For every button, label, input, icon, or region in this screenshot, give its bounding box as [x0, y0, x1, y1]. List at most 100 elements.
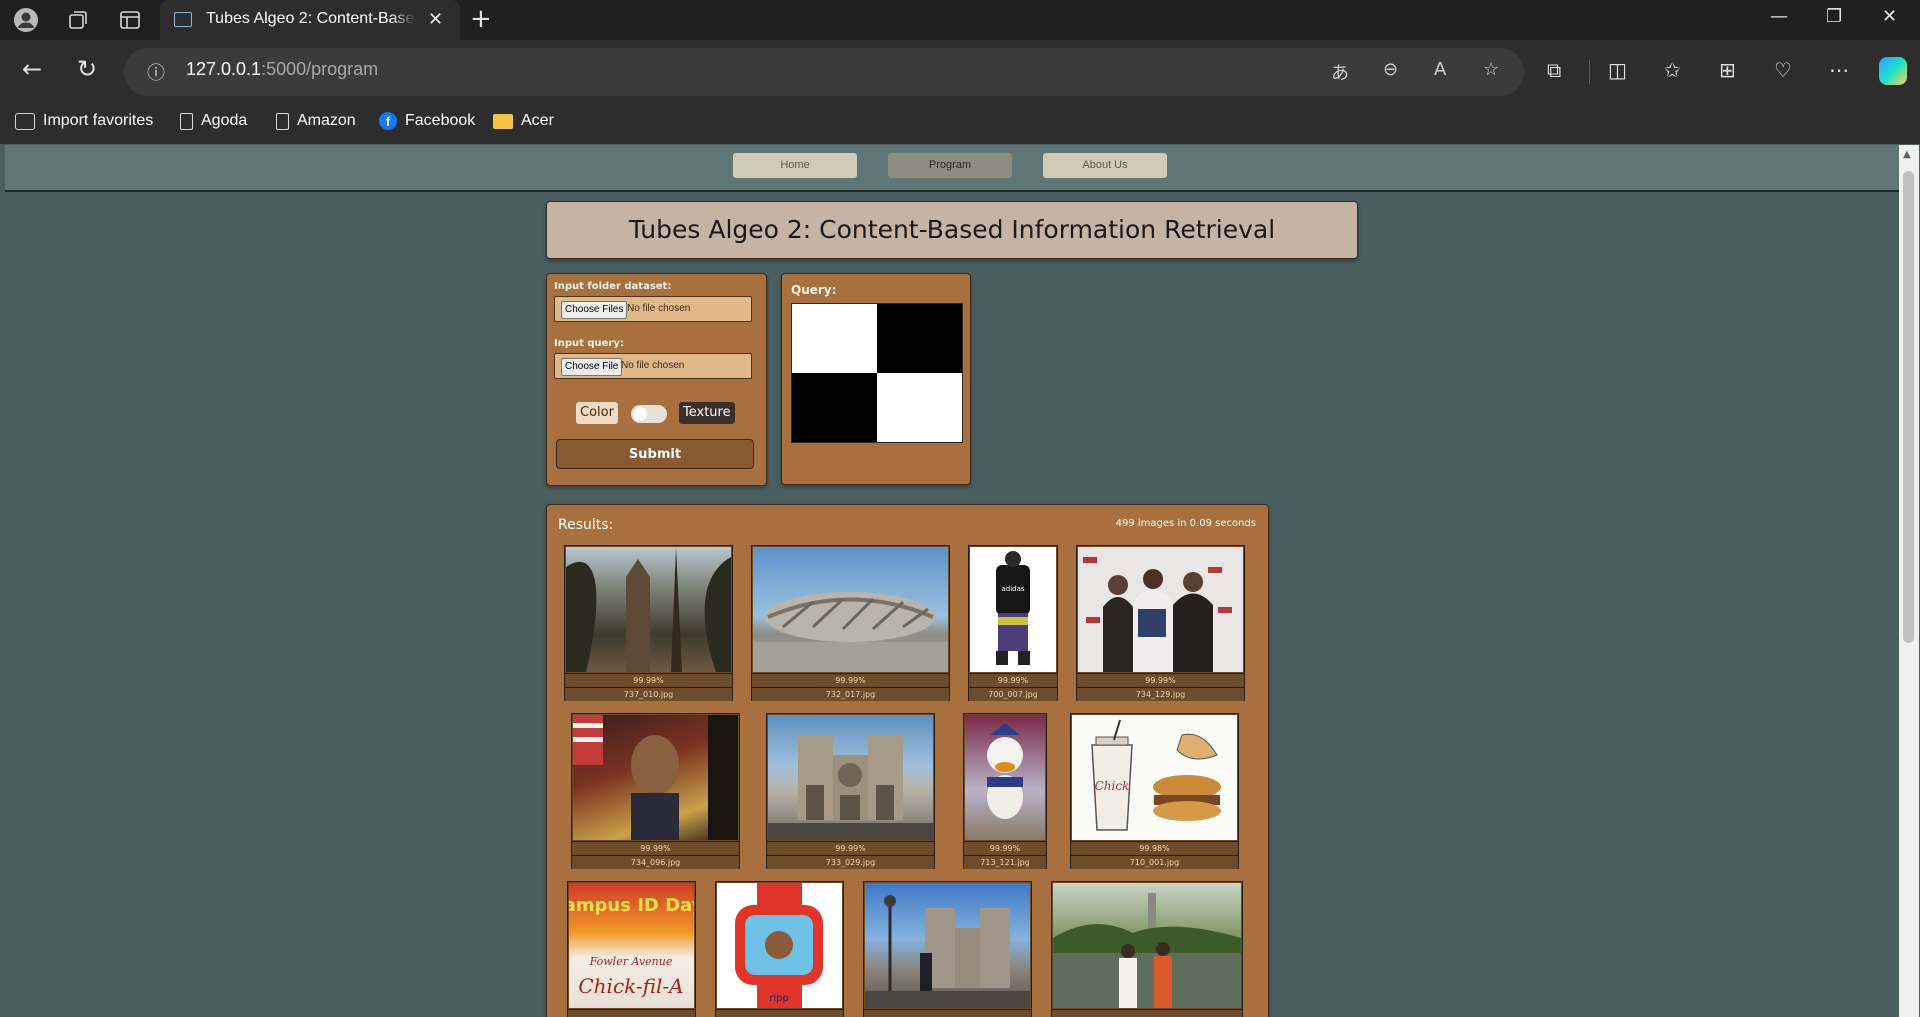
extensions-icon[interactable]: ⧉	[1547, 58, 1561, 82]
url-path: :5000/program	[261, 59, 379, 79]
dataset-label: Input folder dataset:	[554, 281, 672, 292]
nav-program[interactable]: Program	[888, 153, 1012, 178]
result-similarity: 99.99%	[767, 841, 934, 855]
page-icon	[276, 112, 289, 130]
result-image	[965, 715, 1045, 840]
fav-label: Import favorites	[43, 112, 154, 129]
result-image	[768, 715, 933, 840]
svg-text:Fowler Avenue: Fowler Avenue	[589, 955, 673, 968]
result-card[interactable]: ripp	[715, 881, 844, 1017]
result-similarity	[864, 1009, 1031, 1017]
refresh-icon[interactable]: ↻	[77, 55, 97, 83]
result-similarity: 99.99%	[752, 673, 949, 687]
result-filename: 734_096.jpg	[572, 855, 739, 869]
result-similarity	[716, 1009, 843, 1017]
terminal-icon	[174, 12, 192, 27]
site-info-icon[interactable]: ⓘ	[147, 59, 165, 85]
result-card[interactable]: 99.99% 713_121.jpg	[963, 713, 1047, 869]
result-similarity: 99.99%	[964, 841, 1046, 855]
folder-icon	[493, 113, 513, 129]
query-file-status: No file chosen	[621, 360, 685, 371]
fav-facebook[interactable]: f Facebook	[379, 112, 475, 130]
query-file-input[interactable]: Choose File No file chosen	[554, 353, 752, 379]
fav-amazon[interactable]: Amazon	[276, 112, 356, 130]
browser-titlebar: Tubes Algeo 2: Content-Based Information…	[0, 0, 1920, 40]
nav-about-us[interactable]: About Us	[1043, 153, 1167, 178]
result-similarity: 99.99%	[969, 673, 1057, 687]
result-card[interactable]: 99.99% 734_096.jpg	[571, 713, 740, 869]
result-image	[1053, 883, 1241, 1008]
translate-icon[interactable]: あ	[1331, 59, 1349, 85]
fav-import[interactable]: Import favorites	[15, 112, 153, 130]
result-similarity	[1052, 1009, 1242, 1017]
result-image	[573, 715, 738, 840]
result-card[interactable]: adidas 99.99% 700_007.jpg	[968, 545, 1058, 701]
fav-label: Facebook	[405, 112, 476, 129]
import-icon	[15, 112, 35, 130]
scroll-up-icon[interactable]: ▲	[1903, 149, 1911, 160]
query-input-label: Input query:	[554, 338, 624, 349]
result-card[interactable]	[863, 881, 1032, 1017]
query-quadrant	[792, 373, 877, 442]
nav-home[interactable]: Home	[733, 153, 857, 178]
profile-icon[interactable]	[14, 8, 38, 32]
split-screen-icon[interactable]: ◫	[1608, 58, 1627, 82]
read-aloud-icon[interactable]: A	[1434, 59, 1446, 80]
browser-essentials-icon[interactable]: ♡	[1774, 58, 1792, 82]
favorites-icon[interactable]: ✩	[1664, 58, 1681, 82]
svg-text:Chick: Chick	[1095, 779, 1130, 793]
svg-text:adidas: adidas	[1001, 585, 1024, 593]
fav-acer[interactable]: Acer	[493, 112, 554, 130]
dataset-file-input[interactable]: Choose Files No file chosen	[554, 296, 752, 322]
result-image: Campus ID Day! Fowler Avenue Chick-fil-A	[569, 883, 694, 1008]
collections-icon[interactable]: ⊞	[1719, 58, 1736, 82]
zoom-out-icon[interactable]: ⊖	[1383, 59, 1398, 80]
workspaces-icon[interactable]	[66, 8, 90, 32]
fav-label: Agoda	[201, 112, 248, 129]
query-image	[791, 303, 963, 443]
result-similarity: 99.99%	[565, 673, 732, 687]
back-icon[interactable]: ←	[22, 55, 42, 83]
svg-text:ripp: ripp	[769, 993, 789, 1004]
result-card[interactable]: Campus ID Day! Fowler Avenue Chick-fil-A	[567, 881, 696, 1017]
choose-files-button[interactable]: Choose Files	[561, 301, 628, 319]
close-window-icon[interactable]: ✕	[1882, 6, 1897, 27]
result-card[interactable]	[1051, 881, 1243, 1017]
more-menu-icon[interactable]: ⋯	[1829, 58, 1849, 82]
result-card[interactable]: 99.99% 733_029.jpg	[766, 713, 935, 869]
page-icon	[180, 112, 193, 130]
page-title: Tubes Algeo 2: Content-Based Information…	[546, 201, 1358, 259]
result-card[interactable]: 99.99% 732_017.jpg	[751, 545, 950, 701]
result-card[interactable]: 99.99% 734_129.jpg	[1076, 545, 1245, 701]
choose-file-button[interactable]: Choose File	[561, 358, 623, 376]
toolbar-divider	[1589, 60, 1590, 84]
new-tab-icon[interactable]: +	[470, 4, 492, 34]
result-image	[865, 883, 1030, 1008]
result-image: Chick	[1072, 715, 1237, 840]
page-scrollbar[interactable]: ▲	[1899, 145, 1919, 1017]
copilot-icon[interactable]	[1879, 57, 1907, 85]
results-panel: Results: 499 images in 0.09 seconds 99.9…	[546, 504, 1269, 1017]
svg-text:Campus ID Day!: Campus ID Day!	[569, 895, 694, 916]
favorite-star-icon[interactable]: ☆	[1483, 59, 1499, 80]
fav-agoda[interactable]: Agoda	[180, 112, 247, 130]
result-similarity: 99.99%	[1077, 673, 1244, 687]
submit-button[interactable]: Submit	[556, 439, 754, 469]
url-text[interactable]: 127.0.0.1:5000/program	[186, 59, 378, 80]
svg-text:Chick-fil-A: Chick-fil-A	[578, 974, 683, 998]
result-similarity: 99.99%	[572, 841, 739, 855]
minimize-icon[interactable]: —	[1770, 6, 1788, 27]
scrollbar-thumb[interactable]	[1903, 171, 1914, 643]
query-quadrant	[877, 373, 962, 442]
color-texture-toggle[interactable]	[631, 405, 667, 423]
fav-label: Acer	[521, 112, 554, 129]
result-card[interactable]: 99.99% 737_010.jpg	[564, 545, 733, 701]
close-tab-icon[interactable]: ✕	[428, 9, 443, 30]
page-viewport: Home Program About Us Tubes Algeo 2: Con…	[5, 145, 1919, 1017]
tab-active[interactable]: Tubes Algeo 2: Content-Based Information…	[160, 0, 460, 40]
result-card[interactable]: Chick 99.98% 710_001.jpg	[1070, 713, 1239, 869]
site-navbar: Home Program About Us	[5, 145, 1899, 192]
vertical-tabs-icon[interactable]	[118, 8, 142, 32]
result-filename: 713_121.jpg	[964, 855, 1046, 869]
restore-icon[interactable]: ❐	[1826, 6, 1842, 27]
